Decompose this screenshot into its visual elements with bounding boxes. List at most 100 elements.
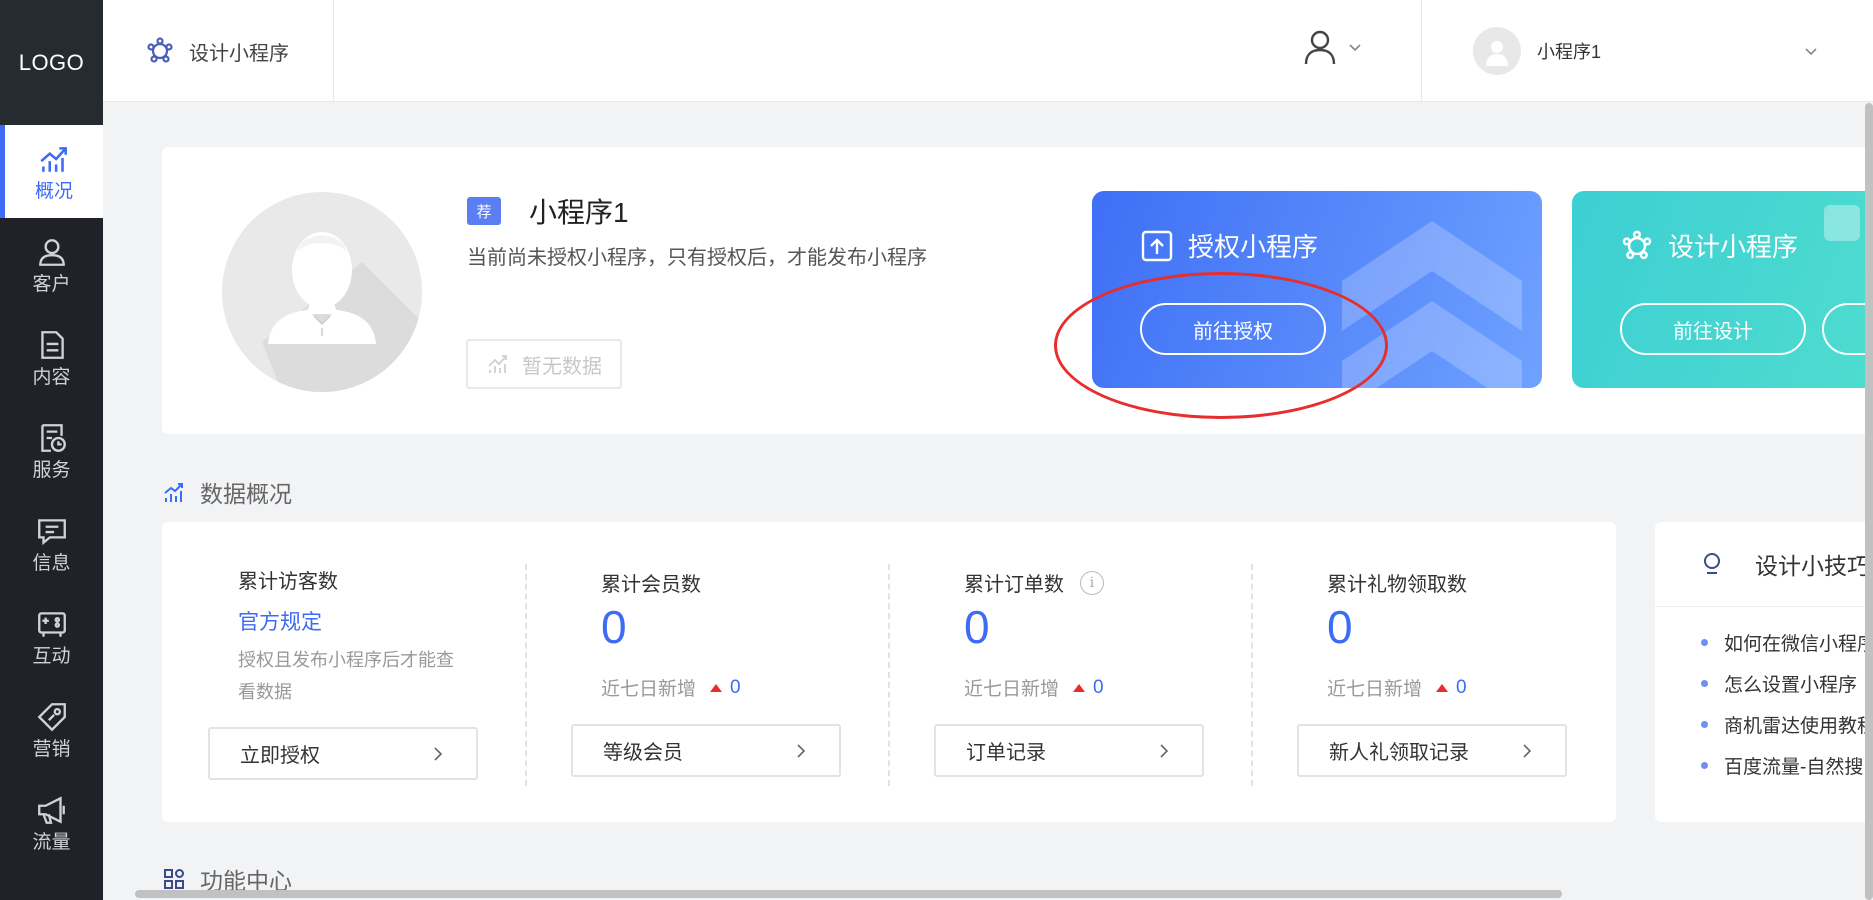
info-icon[interactable]: i bbox=[1080, 570, 1104, 595]
no-data-button[interactable]: 暂无数据 bbox=[466, 339, 622, 389]
chevron-right-icon bbox=[797, 743, 806, 758]
lightbulb-icon bbox=[1704, 553, 1720, 574]
design-miniprogram-link[interactable]: 设计小程序 bbox=[103, 0, 334, 102]
cog-link-icon bbox=[1622, 230, 1652, 259]
go-design-button[interactable]: 前往设计 bbox=[1620, 303, 1806, 355]
sidebar-item-traffic[interactable]: 流量 bbox=[0, 776, 103, 869]
default-avatar-icon bbox=[262, 232, 422, 392]
design-title-text: 设计小程序 bbox=[1668, 232, 1799, 262]
data-overview-title: 数据概况 bbox=[162, 475, 292, 509]
week-label: 近七日新增 bbox=[601, 679, 697, 700]
level-members-button[interactable]: 等级会员 bbox=[571, 724, 841, 777]
highlight-annotation-ring bbox=[1054, 272, 1388, 419]
button-label: 新人礼领取记录 bbox=[1329, 742, 1469, 764]
interact-icon bbox=[37, 612, 66, 637]
chevron-right-icon bbox=[1160, 743, 1169, 758]
sidebar-item-label: 服务 bbox=[32, 460, 71, 481]
cog-link-icon bbox=[147, 37, 173, 63]
sidebar-item-messages[interactable]: 信息 bbox=[0, 497, 103, 590]
order-records-button[interactable]: 订单记录 bbox=[934, 724, 1204, 777]
chevron-down-icon bbox=[1349, 44, 1361, 52]
account-switcher[interactable]: 小程序1 bbox=[1473, 25, 1843, 77]
upload-icon bbox=[1141, 230, 1173, 261]
decorative-square bbox=[1824, 205, 1860, 241]
stat-label: 累计礼物领取数 bbox=[1327, 574, 1467, 596]
stat-visitors: 累计访客数 官方规定 授权且发布小程序后才能查看数据 立即授权 bbox=[162, 522, 525, 822]
sidebar-item-customers[interactable]: 客户 bbox=[0, 218, 103, 311]
stat-label: 累计会员数 bbox=[601, 574, 701, 596]
design-promo-title: 设计小程序 bbox=[1620, 227, 1798, 264]
stat-label: 累计订单数 bbox=[964, 574, 1064, 596]
authorize-promo-title: 授权小程序 bbox=[1140, 227, 1318, 264]
sidebar-item-service[interactable]: 服务 bbox=[0, 404, 103, 497]
tips-title: 设计小技巧 bbox=[1755, 553, 1870, 579]
account-name: 小程序1 bbox=[1537, 42, 1602, 62]
tip-link[interactable]: 怎么设置小程序 bbox=[1701, 670, 1857, 697]
up-arrow-icon bbox=[710, 683, 723, 692]
sidebar-item-interact[interactable]: 互动 bbox=[0, 590, 103, 683]
week-label: 近七日新增 bbox=[1327, 679, 1423, 700]
logo: LOGO bbox=[0, 0, 103, 125]
tips-header: 设计小技巧 bbox=[1655, 522, 1873, 607]
miniprogram-summary-card: 荐 小程序1 当前尚未授权小程序，只有授权后，才能发布小程序 暂无数据 授权小程… bbox=[162, 147, 1873, 434]
chart-icon bbox=[488, 355, 507, 373]
megaphone-icon bbox=[37, 796, 65, 824]
up-arrow-icon bbox=[1436, 683, 1449, 692]
tag-icon bbox=[37, 703, 66, 732]
chevron-right-icon bbox=[434, 746, 443, 761]
vertical-scrollbar[interactable] bbox=[1865, 103, 1873, 900]
tip-link[interactable]: 商机雷达使用教程 bbox=[1701, 711, 1873, 738]
button-label: 等级会员 bbox=[603, 742, 683, 764]
stat-week-growth: 近七日新增 0 bbox=[1327, 674, 1467, 701]
week-value: 0 bbox=[1093, 676, 1104, 698]
stat-gifts: 累计礼物领取数 0 近七日新增 0 新人礼领取记录 bbox=[1251, 522, 1614, 822]
week-label: 近七日新增 bbox=[964, 679, 1060, 700]
sidebar-item-label: 客户 bbox=[32, 274, 71, 295]
horizontal-scrollbar[interactable] bbox=[135, 890, 1562, 898]
service-icon bbox=[40, 424, 66, 452]
chart-trend-icon bbox=[164, 483, 183, 502]
sidebar-item-marketing[interactable]: 营销 bbox=[0, 683, 103, 776]
up-arrow-icon bbox=[1073, 683, 1086, 692]
week-value: 0 bbox=[1456, 676, 1467, 698]
sidebar-item-content[interactable]: 内容 bbox=[0, 311, 103, 404]
tip-link[interactable]: 百度流量-自然搜 bbox=[1701, 752, 1863, 779]
chevron-right-icon bbox=[1523, 743, 1532, 758]
recommend-badge: 荐 bbox=[467, 197, 501, 225]
design-label: 设计小程序 bbox=[189, 42, 289, 65]
sidebar: LOGO 概况 客户 内容 服务 信息 互动 营销 流量 bbox=[0, 0, 103, 900]
grid-apps-icon bbox=[164, 869, 184, 889]
week-value: 0 bbox=[730, 676, 741, 698]
stat-note: 授权且发布小程序后才能查看数据 bbox=[238, 650, 454, 702]
design-promo-card: 设计小程序 前往设计 bbox=[1572, 191, 1873, 388]
user-icon bbox=[38, 239, 65, 266]
chart-trend-icon bbox=[40, 147, 67, 172]
document-icon bbox=[40, 331, 64, 359]
avatar-placeholder-icon bbox=[1486, 41, 1508, 66]
stat-orders: 累计订单数 i 0 近七日新增 0 订单记录 bbox=[888, 522, 1251, 822]
new-gift-records-button[interactable]: 新人礼领取记录 bbox=[1297, 724, 1567, 777]
section-title-text: 数据概况 bbox=[200, 481, 292, 507]
stat-week-growth: 近七日新增 0 bbox=[964, 674, 1104, 701]
sidebar-item-label: 流量 bbox=[32, 832, 71, 853]
miniprogram-avatar bbox=[222, 192, 422, 392]
authorize-now-button[interactable]: 立即授权 bbox=[208, 727, 478, 780]
stat-members: 累计会员数 0 近七日新增 0 等级会员 bbox=[525, 522, 888, 822]
official-rules-link[interactable]: 官方规定 bbox=[238, 606, 322, 636]
stat-label-row: 累计订单数 i bbox=[964, 568, 1104, 597]
stat-week-growth: 近七日新增 0 bbox=[601, 674, 741, 701]
miniprogram-description: 当前尚未授权小程序，只有授权后，才能发布小程序 bbox=[467, 247, 927, 269]
sidebar-item-label: 内容 bbox=[32, 367, 71, 388]
data-overview-card: 累计访客数 官方规定 授权且发布小程序后才能查看数据 立即授权 累计会员数 0 … bbox=[162, 522, 1616, 822]
sidebar-nav: 概况 客户 内容 服务 信息 互动 营销 流量 bbox=[0, 125, 103, 869]
sidebar-item-label: 信息 bbox=[32, 553, 71, 574]
top-header: 设计小程序 小程序1 bbox=[103, 0, 1873, 102]
button-label: 订单记录 bbox=[966, 742, 1046, 764]
sidebar-item-label: 营销 bbox=[32, 739, 71, 760]
sidebar-item-overview[interactable]: 概况 bbox=[0, 125, 103, 218]
stat-value: 0 bbox=[964, 601, 990, 653]
tip-link[interactable]: 如何在微信小程序 bbox=[1701, 629, 1873, 656]
user-menu-toggle[interactable] bbox=[1303, 28, 1363, 66]
sidebar-item-label: 互动 bbox=[32, 646, 71, 667]
design-tips-card: 设计小技巧 如何在微信小程序 怎么设置小程序 商机雷达使用教程 百度流量-自然搜 bbox=[1655, 522, 1873, 822]
